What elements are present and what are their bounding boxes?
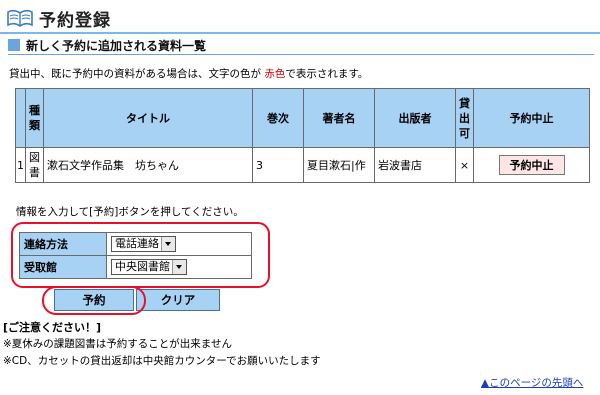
- section-header: 新しく予約に追加される資料一覧: [8, 38, 594, 55]
- caution-note-cd: ※CD、カセットの貸出返却は中央館カウンターでお願いいたします: [3, 355, 321, 367]
- notice-text: 貸出中、既に予約中の資料がある場合は、文字の色が 赤色で表示されます。: [9, 68, 369, 80]
- header-cancel: 予約中止: [473, 88, 590, 148]
- row-publisher: 岩波書店: [374, 147, 456, 183]
- header-lendable: 貸出可: [455, 88, 474, 148]
- row-number: 1: [15, 147, 26, 183]
- open-book-icon: [7, 9, 33, 27]
- section-title: 新しく予約に追加される資料一覧: [26, 39, 207, 53]
- row-cancel-cell: 予約中止: [473, 147, 590, 183]
- page-title: 予約登録: [39, 11, 111, 31]
- page-top-link[interactable]: ▲このページの先頭へ: [481, 375, 583, 390]
- red-color-word: 赤色: [264, 68, 286, 80]
- reservation-table: 種類 タイトル 巻次 著者名 出版者 貸出可 予約中止 1 図書 漱石文学作品集…: [15, 88, 590, 183]
- caution-title: [ご注意ください！]: [3, 321, 102, 334]
- clear-button[interactable]: クリア: [136, 289, 220, 311]
- row-type: 図書: [25, 147, 44, 183]
- header-volume: 巻次: [252, 88, 304, 148]
- section-marker-icon: [8, 39, 20, 51]
- row-author: 夏目漱石|作: [303, 147, 375, 183]
- cancel-reservation-button[interactable]: 予約中止: [498, 155, 565, 175]
- form-highlight-circle: [11, 222, 270, 288]
- row-title: 漱石文学作品集 坊ちゃん: [43, 147, 253, 183]
- caution-note-summer: ※夏休みの課題図書は予約することが出来ません: [3, 338, 232, 350]
- row-volume: 3: [252, 147, 304, 183]
- table-row: 1 図書 漱石文学作品集 坊ちゃん 3 夏目漱石|作 岩波書店 × 予約中止: [15, 147, 590, 183]
- header-type: 種類: [25, 88, 44, 148]
- row-lendable: ×: [455, 147, 474, 183]
- reserve-highlight-circle: [42, 286, 146, 315]
- header-author: 著者名: [303, 88, 375, 148]
- instruction-text: 情報を入力して[予約]ボタンを押してください。: [16, 206, 244, 218]
- header-number: [15, 88, 26, 148]
- table-header-row: 種類 タイトル 巻次 著者名 出版者 貸出可 予約中止: [15, 88, 590, 148]
- section-divider: [8, 54, 594, 55]
- header-title: タイトル: [43, 88, 253, 148]
- header-publisher: 出版者: [374, 88, 456, 148]
- title-divider: [0, 32, 600, 34]
